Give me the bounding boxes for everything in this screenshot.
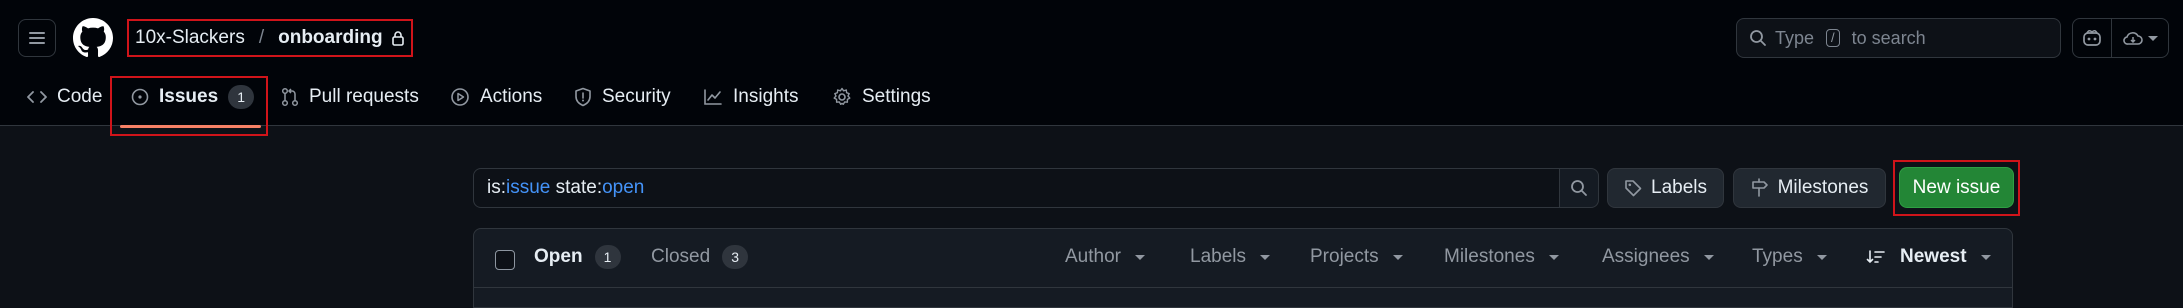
cloud-download-icon	[2123, 32, 2143, 45]
issue-list: Open 1 Closed 3 Author Labels Projects M…	[473, 228, 2013, 308]
filter-is-key: is:	[487, 177, 506, 198]
tab-security[interactable]: Security	[574, 76, 671, 118]
milestones-button-label: Milestones	[1777, 177, 1869, 198]
tab-insights[interactable]: Insights	[703, 76, 798, 118]
repo-name-link[interactable]: onboarding	[278, 27, 404, 49]
milestones-filter-dropdown[interactable]: Milestones	[1444, 246, 1559, 268]
milestones-filter-label: Milestones	[1444, 246, 1535, 267]
author-filter-dropdown[interactable]: Author	[1065, 246, 1145, 268]
chevron-down-icon	[1816, 254, 1827, 260]
tab-actions[interactable]: Actions	[450, 76, 542, 118]
tab-security-label: Security	[602, 86, 671, 107]
active-tab-underline	[120, 125, 261, 128]
search-placeholder-prefix: Type	[1775, 27, 1815, 48]
sort-label: Newest	[1900, 246, 1967, 267]
breadcrumb-separator: /	[258, 27, 265, 48]
git-pull-request-icon	[281, 87, 299, 107]
issue-opened-icon	[131, 88, 149, 106]
tab-settings[interactable]: Settings	[832, 76, 931, 118]
issue-list-header: Open 1 Closed 3 Author Labels Projects M…	[474, 229, 2012, 288]
closed-issues-count: 3	[722, 245, 749, 269]
types-filter-label: Types	[1752, 246, 1803, 267]
filter-search-button[interactable]	[1559, 168, 1599, 208]
search-icon	[1750, 30, 1766, 46]
shield-icon	[575, 87, 591, 107]
search-icon	[1571, 180, 1587, 196]
sort-desc-icon	[1866, 250, 1885, 263]
author-filter-label: Author	[1065, 246, 1121, 267]
open-issues-tab[interactable]: Open 1	[534, 245, 621, 269]
filter-is-value: issue	[506, 177, 551, 198]
tab-actions-label: Actions	[480, 86, 543, 107]
gear-icon	[833, 87, 851, 105]
search-placeholder-suffix: to search	[1851, 27, 1926, 48]
tab-settings-label: Settings	[862, 86, 931, 107]
global-search-input[interactable]: Type / to search	[1736, 18, 2061, 58]
milestones-button[interactable]: Milestones	[1733, 168, 1886, 208]
chevron-down-icon	[1980, 254, 1991, 260]
tab-code[interactable]: Code	[27, 76, 102, 118]
tab-code-label: Code	[57, 86, 103, 107]
closed-issues-label: Closed	[651, 246, 711, 267]
lock-icon	[391, 31, 404, 46]
repo-nav: Code Issues 1 Pull requests Actions Secu…	[0, 76, 2183, 136]
menu-button[interactable]	[18, 19, 56, 57]
open-issues-label: Open	[534, 246, 583, 267]
tab-pull-requests[interactable]: Pull requests	[281, 76, 419, 118]
select-all-checkbox[interactable]	[495, 250, 515, 270]
tag-icon	[1625, 180, 1642, 197]
chevron-down-icon	[1260, 254, 1270, 260]
copilot-button[interactable]	[2072, 18, 2112, 58]
labels-filter-label: Labels	[1190, 246, 1246, 267]
projects-filter-dropdown[interactable]: Projects	[1310, 246, 1403, 268]
issues-count-badge: 1	[228, 85, 255, 109]
chevron-down-icon	[2148, 35, 2158, 41]
closed-issues-tab[interactable]: Closed 3	[651, 245, 749, 269]
chevron-down-icon	[1392, 254, 1403, 260]
sort-dropdown[interactable]: Newest	[1866, 246, 1991, 268]
assignees-filter-label: Assignees	[1602, 246, 1690, 267]
repo-name-label: onboarding	[278, 27, 383, 48]
tab-issues-label: Issues	[159, 86, 219, 107]
github-logo-icon[interactable]	[73, 18, 113, 58]
tab-issues[interactable]: Issues 1	[131, 76, 255, 118]
labels-filter-dropdown[interactable]: Labels	[1190, 246, 1270, 268]
search-shortcut-key: /	[1826, 29, 1840, 47]
labels-button-label: Labels	[1651, 177, 1707, 198]
new-issue-button[interactable]: New issue	[1899, 167, 2014, 208]
top-bar: 10x-Slackers / onboarding Type / to sear…	[0, 0, 2183, 76]
code-icon	[27, 91, 47, 103]
play-icon	[451, 88, 469, 106]
chevron-down-icon	[1703, 254, 1714, 260]
breadcrumb: 10x-Slackers / onboarding	[127, 19, 413, 57]
assignees-filter-dropdown[interactable]: Assignees	[1602, 246, 1714, 268]
repo-owner-link[interactable]: 10x-Slackers	[135, 27, 245, 49]
milestone-icon	[1751, 178, 1768, 197]
labels-button[interactable]: Labels	[1607, 168, 1724, 208]
filter-state-key: state:	[550, 177, 603, 198]
hamburger-icon	[29, 32, 45, 44]
chevron-down-icon	[1134, 254, 1145, 260]
open-issues-count: 1	[594, 245, 621, 269]
types-filter-dropdown[interactable]: Types	[1752, 246, 1827, 268]
chevron-down-icon	[1548, 254, 1559, 260]
tab-pull-requests-label: Pull requests	[309, 86, 419, 107]
filter-state-value: open	[602, 177, 645, 198]
issue-filter-input[interactable]: is: issue state: open	[473, 168, 1560, 208]
projects-filter-label: Projects	[1310, 246, 1379, 267]
copilot-icon	[2083, 29, 2101, 46]
graph-icon	[704, 89, 722, 105]
tab-insights-label: Insights	[733, 86, 799, 107]
codespaces-dropdown-button[interactable]	[2111, 18, 2169, 58]
